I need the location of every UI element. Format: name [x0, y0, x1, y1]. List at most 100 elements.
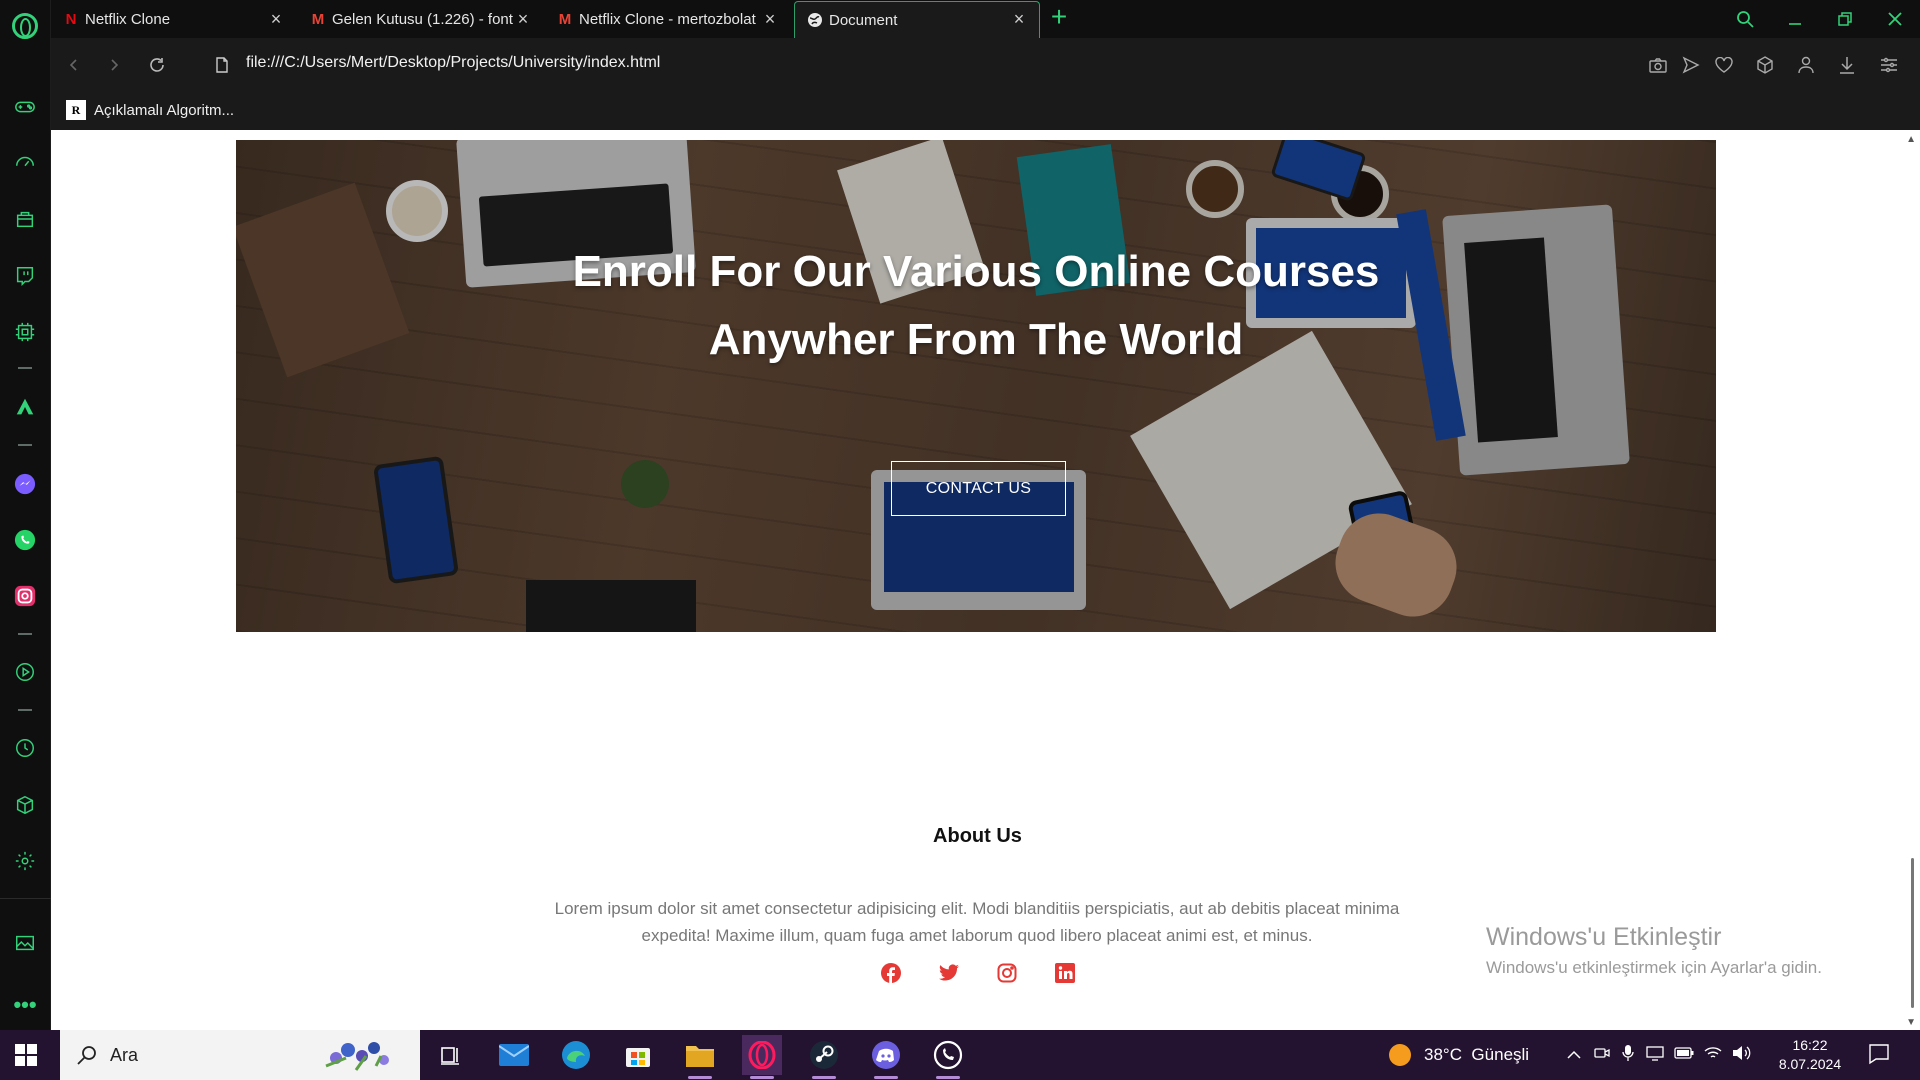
- more-options-icon[interactable]: •••: [13, 992, 37, 1017]
- page-scrollbar[interactable]: ▲ ▼: [1904, 130, 1920, 1030]
- sidebar-divider: [18, 709, 32, 711]
- gmail-icon: M: [311, 11, 325, 28]
- edge-browser-icon[interactable]: [556, 1035, 596, 1075]
- wifi-icon[interactable]: [1704, 1046, 1722, 1065]
- whatsapp-icon[interactable]: [13, 528, 37, 552]
- file-page-icon: [209, 52, 235, 78]
- microphone-icon[interactable]: [1622, 1044, 1634, 1067]
- hero-overlay: [236, 140, 1716, 632]
- screen-share-icon[interactable]: [1646, 1045, 1664, 1066]
- opera-gx-icon[interactable]: [742, 1035, 782, 1079]
- close-tab-icon[interactable]: ×: [515, 10, 531, 28]
- close-tab-icon[interactable]: ×: [762, 10, 778, 28]
- microsoft-store-icon[interactable]: [618, 1035, 658, 1075]
- facebook-icon[interactable]: [880, 962, 902, 984]
- watermark-title: Windows'u Etkinleştir: [1486, 923, 1722, 951]
- instagram-icon[interactable]: [13, 584, 37, 608]
- sun-icon: [1389, 1044, 1411, 1066]
- tab-gmail-netflix[interactable]: M Netflix Clone - mertozbolat ×: [545, 1, 790, 38]
- history-icon[interactable]: [13, 736, 37, 760]
- gmail-icon: M: [558, 11, 572, 28]
- search-highlight-flowers-icon: [325, 1042, 389, 1071]
- restore-icon[interactable]: [1831, 6, 1859, 32]
- tab-document[interactable]: Document ×: [794, 1, 1040, 38]
- snapshot-camera-icon[interactable]: [1646, 53, 1670, 77]
- taskbar-search-box[interactable]: Ara: [60, 1030, 420, 1080]
- system-clock[interactable]: 16:22 8.07.2024: [1770, 1036, 1850, 1074]
- player-icon[interactable]: [13, 660, 37, 684]
- hero-title-line2: Anywher From The World: [708, 315, 1244, 364]
- battery-icon[interactable]: [1674, 1046, 1694, 1064]
- extensions-cube-icon[interactable]: [13, 793, 37, 817]
- weather-widget[interactable]: 38°C Güneşli: [1388, 1030, 1529, 1080]
- scroll-thumb[interactable]: [1911, 858, 1914, 1008]
- tab-gmail-inbox[interactable]: M Gelen Kutusu (1.226) - font ×: [298, 1, 543, 38]
- task-view-icon[interactable]: [430, 1035, 470, 1075]
- cpu-icon[interactable]: [13, 320, 37, 344]
- discord-icon[interactable]: [866, 1035, 906, 1079]
- browser-sidebar: •••: [0, 0, 51, 1030]
- gallery-icon[interactable]: [13, 931, 37, 955]
- close-tab-icon[interactable]: ×: [1011, 10, 1027, 28]
- clock-date: 8.07.2024: [1778, 1056, 1842, 1072]
- bookmark-favicon-icon: R: [66, 100, 86, 120]
- search-icon: [77, 1046, 96, 1065]
- settings-gear-icon[interactable]: [13, 849, 37, 873]
- about-us-heading: About Us: [933, 825, 1022, 847]
- opera-logo-icon[interactable]: [12, 13, 38, 39]
- heart-bookmark-icon[interactable]: [1712, 53, 1736, 77]
- account-icon[interactable]: [1794, 53, 1818, 77]
- clock-time: 16:22: [1792, 1037, 1828, 1053]
- whatsapp-desktop-icon[interactable]: [928, 1035, 968, 1079]
- hero-banner: Enroll For Our Various Online Courses An…: [236, 140, 1716, 632]
- extensions-icon[interactable]: [1753, 53, 1777, 77]
- sidebar-divider: [18, 367, 32, 369]
- steam-icon[interactable]: [804, 1035, 844, 1079]
- search-tabs-icon[interactable]: [1731, 6, 1759, 32]
- tab-strip: N Netflix Clone × M Gelen Kutusu (1.226)…: [51, 0, 1920, 38]
- new-tab-button[interactable]: +: [1045, 3, 1073, 32]
- sidebar-divider: [18, 444, 32, 446]
- camera-in-use-icon[interactable]: [1594, 1046, 1610, 1065]
- download-icon[interactable]: [1835, 53, 1859, 77]
- bookmark-item[interactable]: R Açıklamalı Algoritm...: [66, 100, 234, 120]
- netflix-icon: N: [65, 11, 77, 28]
- gamepad-icon[interactable]: [13, 95, 37, 119]
- send-flow-icon[interactable]: [1679, 53, 1703, 77]
- minimize-icon[interactable]: [1781, 6, 1809, 32]
- windows-start-icon[interactable]: [14, 1043, 38, 1067]
- close-tab-icon[interactable]: ×: [268, 10, 284, 28]
- globe-icon: [807, 12, 823, 28]
- instagram-icon[interactable]: [996, 962, 1018, 984]
- tab-netflix-clone[interactable]: N Netflix Clone ×: [51, 1, 296, 38]
- speedometer-icon[interactable]: [13, 151, 37, 175]
- tab-title: Netflix Clone: [85, 11, 171, 28]
- back-arrow-icon[interactable]: [61, 52, 87, 78]
- messenger-icon[interactable]: [13, 472, 37, 496]
- store-icon[interactable]: [13, 207, 37, 231]
- hero-title-line1: Enroll For Our Various Online Courses: [572, 247, 1380, 296]
- file-explorer-icon[interactable]: [680, 1035, 720, 1079]
- scroll-down-arrow-icon[interactable]: ▼: [1906, 1017, 1916, 1028]
- close-window-icon[interactable]: [1881, 6, 1909, 32]
- notification-center-icon[interactable]: [1868, 1043, 1890, 1070]
- volume-icon[interactable]: [1732, 1045, 1752, 1066]
- url-field[interactable]: file:///C:/Users/Mert/Desktop/Projects/U…: [246, 54, 660, 72]
- forward-arrow-icon[interactable]: [101, 52, 127, 78]
- linkedin-icon[interactable]: [1054, 962, 1076, 984]
- show-hidden-icons-chevron-icon[interactable]: [1562, 1047, 1586, 1063]
- twitch-icon[interactable]: [13, 264, 37, 288]
- windows-taskbar: Ara 38°C Güneşli 16:22 8.07.2024: [0, 1030, 1920, 1080]
- mail-app-icon[interactable]: [494, 1035, 534, 1075]
- tab-title: Document: [829, 11, 898, 29]
- sidebar-divider: [18, 633, 32, 635]
- reload-icon[interactable]: [144, 52, 170, 78]
- aria-ai-icon[interactable]: [13, 395, 37, 419]
- watermark-subtitle: Windows'u etkinleştirmek için Ayarlar'a …: [1486, 958, 1822, 977]
- scroll-up-arrow-icon[interactable]: ▲: [1906, 134, 1916, 145]
- contact-us-button[interactable]: CONTACT US: [891, 461, 1066, 516]
- bookmark-label: Açıklamalı Algoritm...: [94, 101, 235, 119]
- twitter-icon[interactable]: [938, 962, 960, 984]
- system-tray: [1562, 1030, 1752, 1080]
- easy-setup-menu-icon[interactable]: [1877, 53, 1901, 77]
